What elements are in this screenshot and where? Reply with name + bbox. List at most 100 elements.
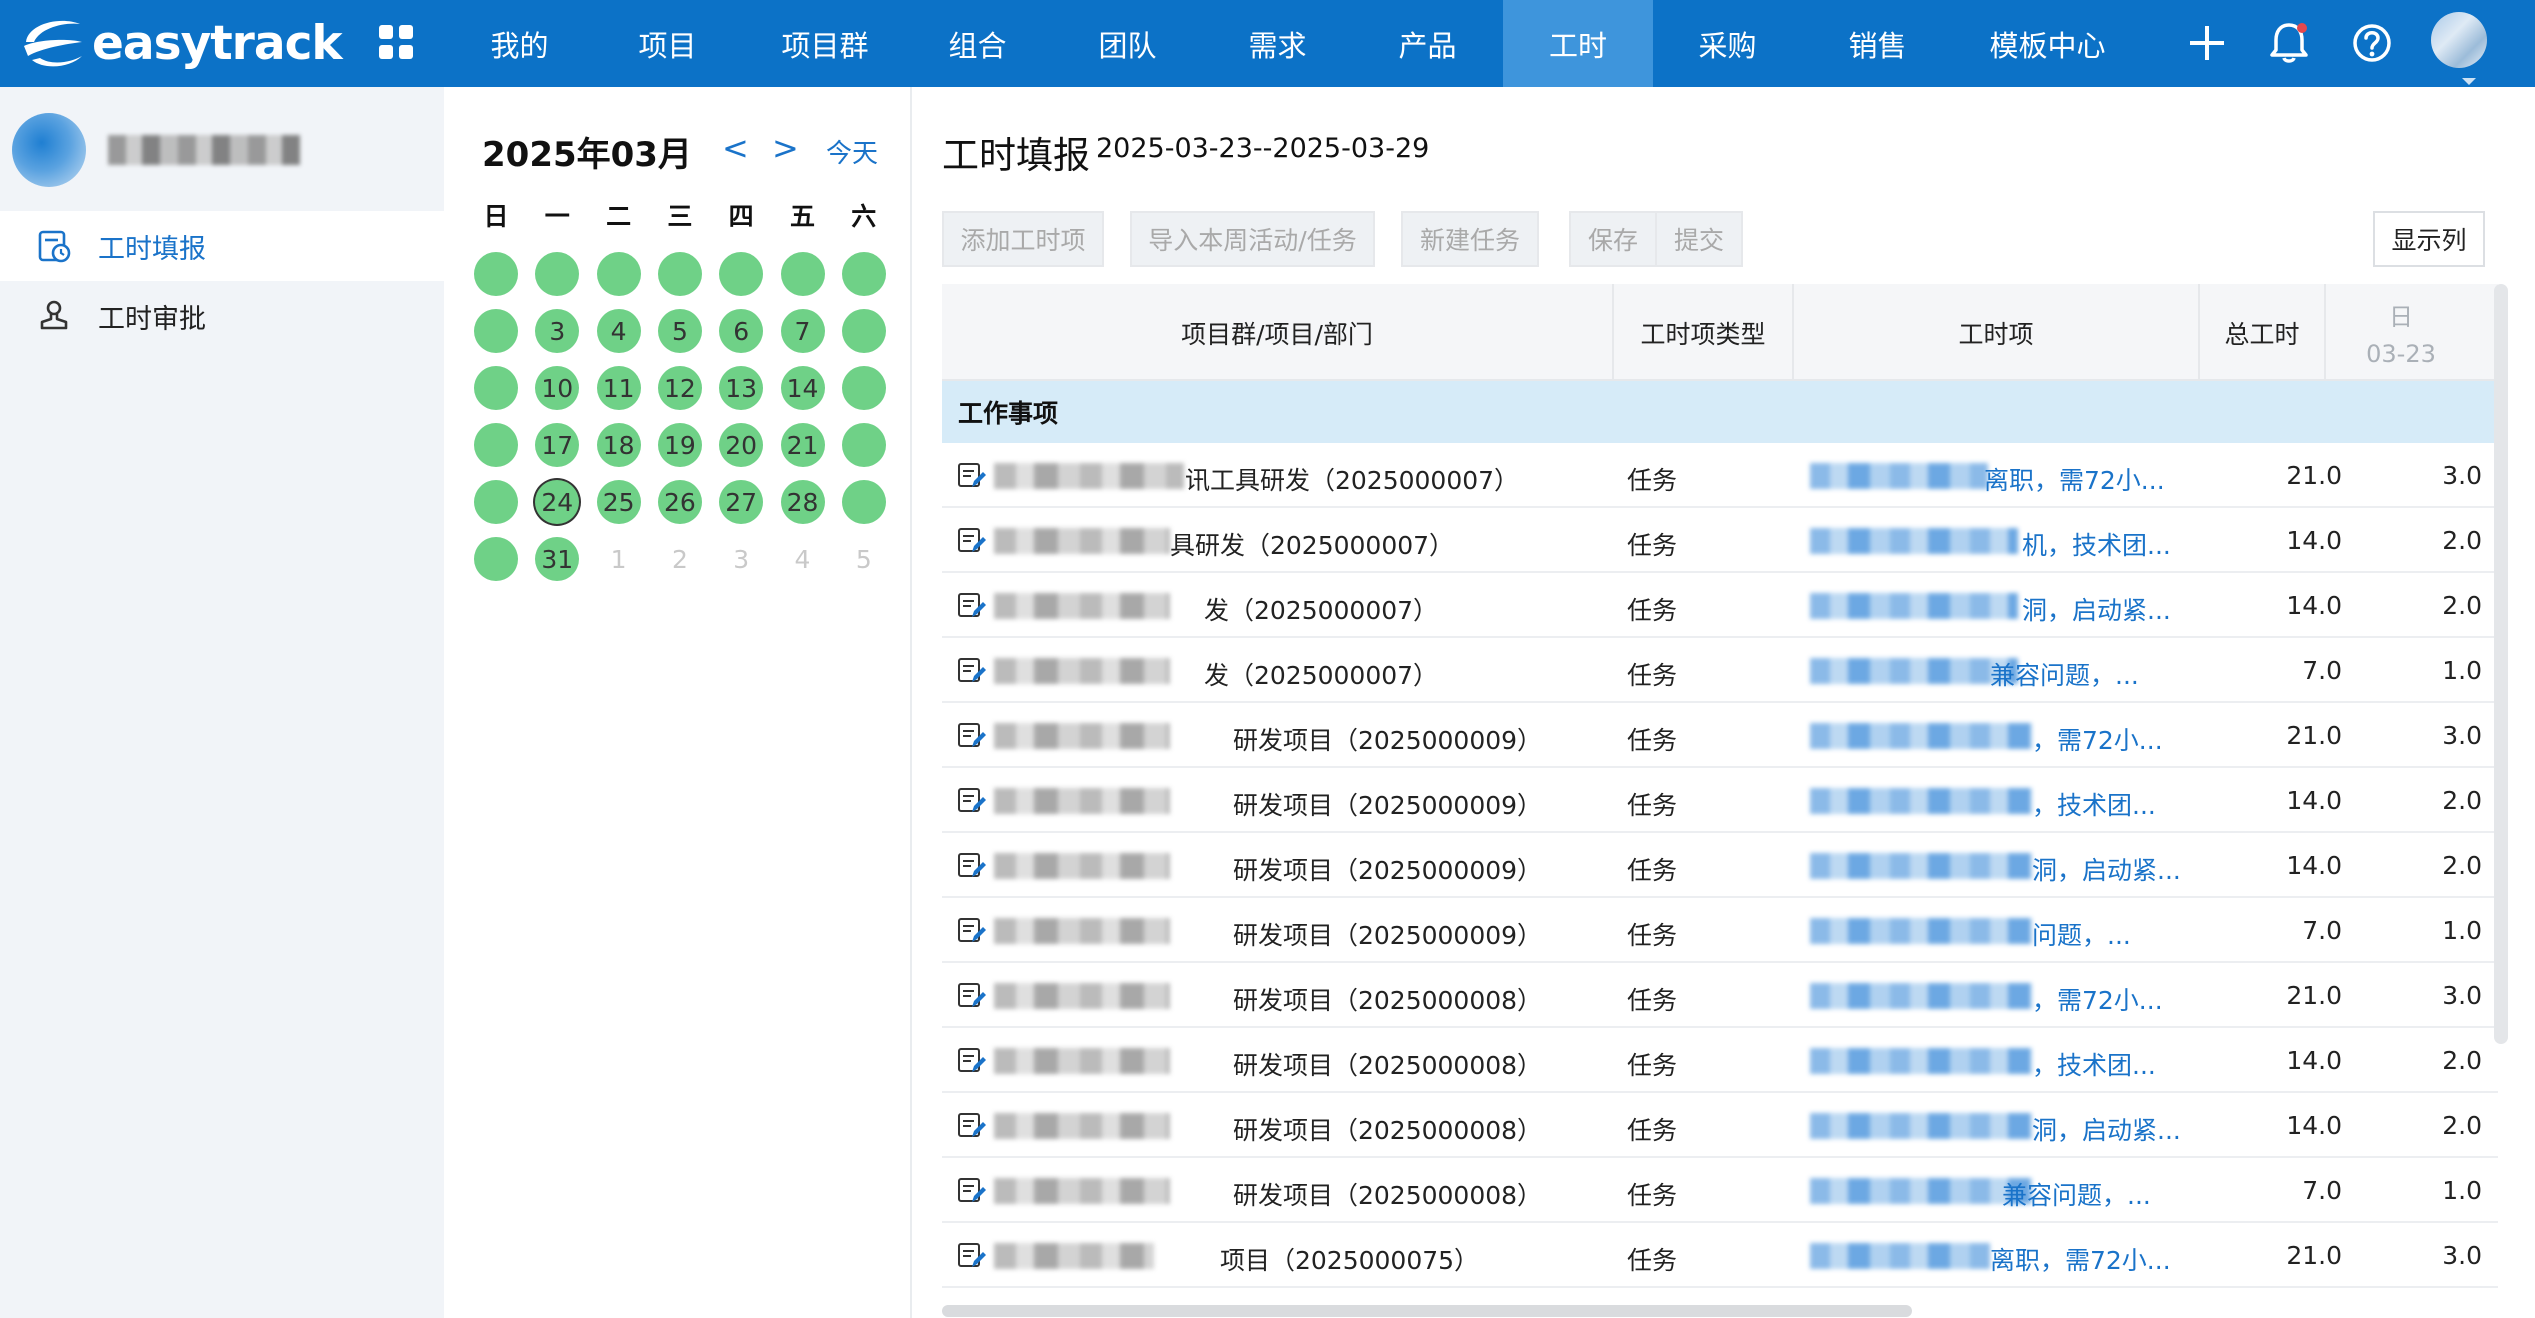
calendar-day[interactable] <box>841 480 886 524</box>
task-edit-icon[interactable] <box>956 461 986 491</box>
timesheet-item-link[interactable]: 兼容问题，... <box>2002 1176 2151 1212</box>
calendar-day[interactable]: 3 <box>719 537 763 581</box>
calendar-today-button[interactable]: 今天 <box>826 133 878 170</box>
calendar-day[interactable] <box>841 423 886 467</box>
calendar-day[interactable]: 17 <box>535 423 580 467</box>
day-hours-cell[interactable]: 3.0 <box>2382 1241 2482 1270</box>
day-hours-cell[interactable]: 2.0 <box>2382 526 2482 555</box>
task-edit-icon[interactable] <box>956 1046 986 1076</box>
table-row[interactable]: 研发项目（2025000009） 任务 ，技术团... 14.0 2.0 <box>942 768 2498 833</box>
nav-item-program[interactable]: 项目群 <box>760 0 890 87</box>
task-edit-icon[interactable] <box>956 981 986 1011</box>
task-edit-icon[interactable] <box>956 1176 986 1206</box>
import-week-activities-button[interactable]: 导入本周活动/任务 <box>1130 211 1375 267</box>
calendar-day[interactable]: 18 <box>596 423 641 467</box>
nav-item-template-center[interactable]: 模板中心 <box>1975 0 2120 87</box>
nav-item-sales[interactable]: 销售 <box>1820 0 1935 87</box>
vertical-scrollbar[interactable] <box>2494 284 2508 1044</box>
table-row[interactable]: 具研发（2025000007） 任务 机，技术团... 14.0 2.0 <box>942 508 2498 573</box>
calendar-day[interactable]: 10 <box>535 366 580 410</box>
calendar-day[interactable]: 3 <box>535 309 580 353</box>
calendar-day[interactable]: 14 <box>780 366 825 410</box>
calendar-day[interactable] <box>474 309 518 353</box>
task-edit-icon[interactable] <box>956 851 986 881</box>
timesheet-item-link[interactable]: 洞，启动紧... <box>2022 591 2171 627</box>
calendar-day[interactable] <box>596 252 641 296</box>
calendar-day[interactable]: 28 <box>780 480 825 524</box>
submit-button[interactable]: 提交 <box>1655 211 1743 267</box>
nav-item-project[interactable]: 项目 <box>610 0 725 87</box>
timesheet-item-link[interactable]: 机，技术团... <box>2022 526 2171 562</box>
plus-icon[interactable] <box>2182 18 2232 68</box>
calendar-day[interactable]: 31 <box>535 537 580 581</box>
task-edit-icon[interactable] <box>956 1241 986 1271</box>
timesheet-item-link[interactable]: ，技术团... <box>2032 786 2156 822</box>
calendar-day[interactable] <box>780 252 825 296</box>
calendar-day[interactable]: 11 <box>596 366 641 410</box>
table-row[interactable]: 研发项目（2025000008） 任务 兼容问题，... 7.0 1.0 <box>942 1158 2498 1223</box>
table-row[interactable]: 研发项目（2025000008） 任务 ，需72小... 21.0 3.0 <box>942 963 2498 1028</box>
help-icon[interactable] <box>2347 18 2397 68</box>
calendar-day[interactable]: 24 <box>535 480 580 524</box>
task-edit-icon[interactable] <box>956 1111 986 1141</box>
calendar-day[interactable] <box>535 252 580 296</box>
calendar-day[interactable]: 27 <box>719 480 764 524</box>
calendar-day[interactable]: 7 <box>780 309 825 353</box>
calendar-day[interactable]: 1 <box>597 537 641 581</box>
calendar-day[interactable]: 5 <box>842 537 886 581</box>
task-edit-icon[interactable] <box>956 591 986 621</box>
table-row[interactable]: 研发项目（2025000008） 任务 ，技术团... 14.0 2.0 <box>942 1028 2498 1093</box>
day-hours-cell[interactable]: 3.0 <box>2382 461 2482 490</box>
day-hours-cell[interactable]: 1.0 <box>2382 916 2482 945</box>
calendar-day[interactable] <box>474 252 518 296</box>
table-row[interactable]: 讯工具研发（2025000007） 任务 离职，需72小... 21.0 3.0 <box>942 443 2498 508</box>
day-hours-cell[interactable]: 1.0 <box>2382 656 2482 685</box>
task-edit-icon[interactable] <box>956 656 986 686</box>
nav-item-product[interactable]: 产品 <box>1370 0 1485 87</box>
timesheet-item-link[interactable]: 洞，启动紧... <box>2032 1111 2181 1147</box>
calendar-day[interactable] <box>841 309 886 353</box>
calendar-day[interactable]: 13 <box>719 366 764 410</box>
calendar-day[interactable] <box>474 423 518 467</box>
nav-item-team[interactable]: 团队 <box>1070 0 1185 87</box>
calendar-day[interactable]: 12 <box>657 366 702 410</box>
calendar-day[interactable]: 5 <box>657 309 702 353</box>
day-hours-cell[interactable]: 2.0 <box>2382 851 2482 880</box>
calendar-day[interactable] <box>474 537 518 581</box>
calendar-day[interactable]: 4 <box>596 309 641 353</box>
nav-item-requirement[interactable]: 需求 <box>1220 0 1335 87</box>
calendar-day[interactable]: 21 <box>780 423 825 467</box>
calendar-day[interactable] <box>474 366 518 410</box>
timesheet-item-link[interactable]: 洞，启动紧... <box>2032 851 2181 887</box>
easytrack-logo[interactable]: easytrack <box>18 10 343 76</box>
calendar-day[interactable] <box>719 252 764 296</box>
table-row[interactable]: 研发项目（2025000009） 任务 ，需72小... 21.0 3.0 <box>942 703 2498 768</box>
timesheet-item-link[interactable]: 离职，需72小... <box>1990 1241 2171 1277</box>
timesheet-item-link[interactable]: 离职，需72小... <box>1984 461 2165 497</box>
day-hours-cell[interactable]: 2.0 <box>2382 1046 2482 1075</box>
calendar-day[interactable]: 6 <box>719 309 764 353</box>
apps-grid-icon[interactable] <box>376 22 416 62</box>
sidebar-item-timesheet-entry[interactable]: 工时填报 <box>0 211 444 281</box>
new-task-button[interactable]: 新建任务 <box>1401 211 1539 267</box>
calendar-day[interactable]: 19 <box>657 423 702 467</box>
table-row[interactable]: 发（2025000007） 任务 兼容问题，... 7.0 1.0 <box>942 638 2498 703</box>
save-button[interactable]: 保存 <box>1569 211 1657 267</box>
calendar-day[interactable] <box>841 252 886 296</box>
nav-item-timesheet[interactable]: 工时 <box>1503 0 1653 87</box>
calendar-day[interactable]: 20 <box>719 423 764 467</box>
calendar-day[interactable]: 26 <box>657 480 702 524</box>
add-timesheet-item-button[interactable]: 添加工时项 <box>942 211 1104 267</box>
calendar-day[interactable] <box>841 366 886 410</box>
day-hours-cell[interactable]: 2.0 <box>2382 786 2482 815</box>
task-edit-icon[interactable] <box>956 786 986 816</box>
bell-icon[interactable] <box>2264 18 2314 68</box>
task-edit-icon[interactable] <box>956 916 986 946</box>
timesheet-item-link[interactable]: 兼容问题，... <box>1990 656 2139 692</box>
sidebar-item-timesheet-approval[interactable]: 工时审批 <box>0 281 444 351</box>
day-hours-cell[interactable]: 3.0 <box>2382 721 2482 750</box>
nav-item-portfolio[interactable]: 组合 <box>920 0 1035 87</box>
table-row[interactable]: 项目（2025000075） 任务 离职，需72小... 21.0 3.0 <box>942 1223 2498 1288</box>
calendar-next-button[interactable]: > <box>772 129 799 167</box>
table-row[interactable]: 研发项目（2025000008） 任务 洞，启动紧... 14.0 2.0 <box>942 1093 2498 1158</box>
